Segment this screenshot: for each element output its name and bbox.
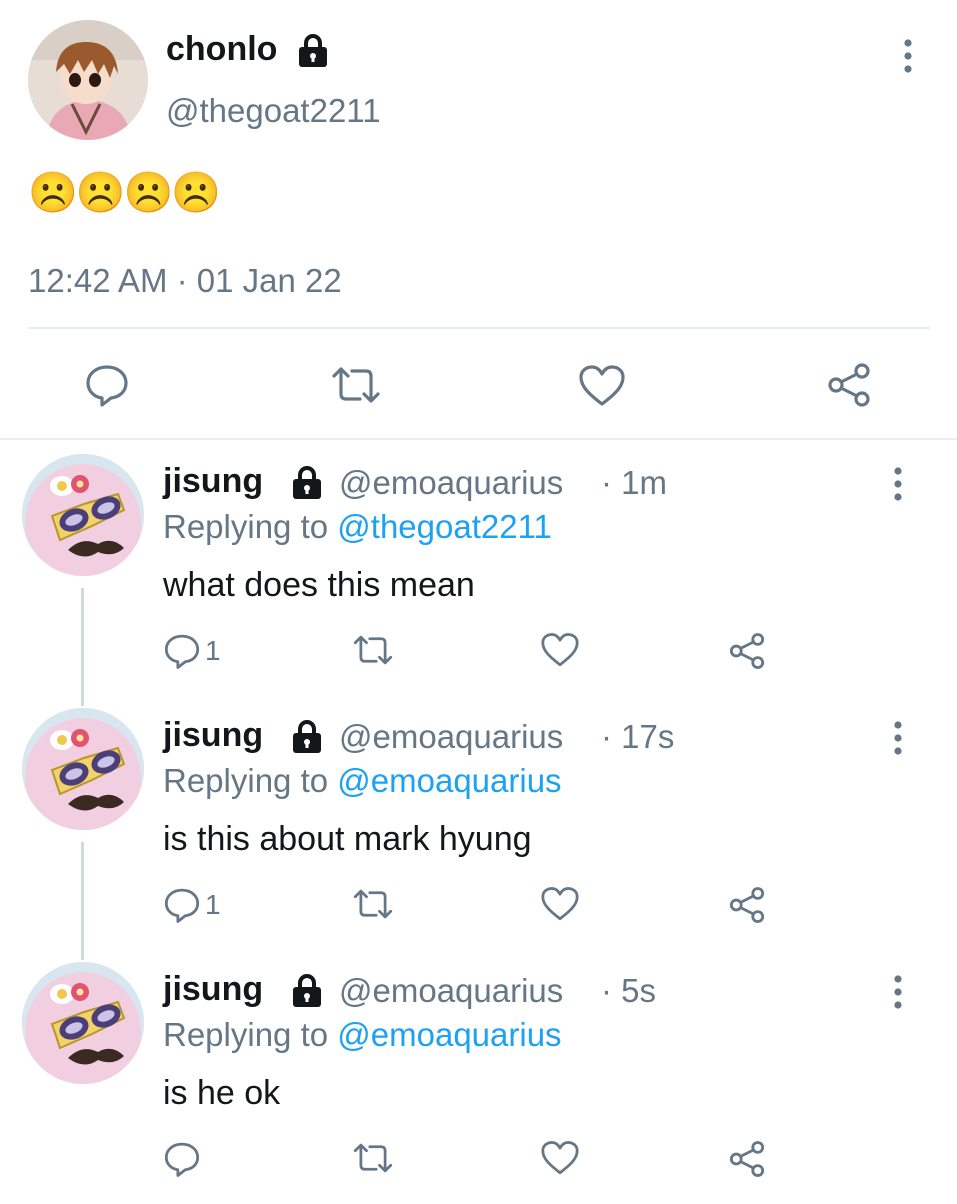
share-icon[interactable] bbox=[728, 632, 766, 670]
more-vertical-icon[interactable] bbox=[888, 974, 908, 1010]
reply-tweet[interactable]: jisung @emoaquarius · 17s Replying to @e… bbox=[0, 696, 957, 950]
lock-icon bbox=[290, 466, 324, 500]
more-vertical-icon[interactable] bbox=[888, 720, 908, 756]
lock-icon bbox=[296, 34, 330, 68]
reply-display-name[interactable]: jisung bbox=[163, 716, 263, 755]
main-avatar[interactable] bbox=[28, 20, 148, 140]
lock-icon bbox=[290, 720, 324, 754]
replying-to-label: Replying to bbox=[163, 1016, 329, 1053]
reply-tweet[interactable]: jisung @emoaquarius · 1m Replying to @th… bbox=[0, 442, 957, 696]
reply-handle[interactable]: @emoaquarius bbox=[339, 718, 563, 756]
reply-button[interactable]: 1 bbox=[163, 632, 221, 670]
reply-avatar[interactable] bbox=[22, 708, 144, 830]
reply-count: 1 bbox=[205, 889, 221, 920]
more-vertical-icon[interactable] bbox=[898, 38, 918, 74]
reply-action-bar: 1 bbox=[0, 632, 957, 676]
reply-display-name[interactable]: jisung bbox=[163, 462, 263, 501]
heart-icon[interactable] bbox=[540, 886, 580, 922]
heart-icon[interactable] bbox=[578, 364, 626, 408]
main-handle[interactable]: @thegoat2211 bbox=[166, 92, 381, 130]
heart-icon[interactable] bbox=[540, 1140, 580, 1176]
share-icon[interactable] bbox=[826, 362, 872, 408]
reply-action-bar: 1 bbox=[0, 886, 957, 930]
section-divider bbox=[0, 438, 957, 440]
reply-action-bar bbox=[0, 1140, 957, 1184]
lock-icon bbox=[290, 974, 324, 1008]
reply-text: is this about mark hyung bbox=[163, 820, 532, 858]
share-icon[interactable] bbox=[728, 1140, 766, 1178]
reply-avatar[interactable] bbox=[22, 962, 144, 1084]
reply-icon[interactable] bbox=[163, 1140, 201, 1178]
reply-button[interactable]: 1 bbox=[163, 886, 221, 924]
reply-timestamp: · 1m bbox=[601, 464, 667, 501]
reply-timestamp: · 5s bbox=[601, 972, 657, 1009]
main-timestamp: 12:42 AM · 01 Jan 22 bbox=[28, 262, 342, 299]
replying-to-mention[interactable]: @emoaquarius bbox=[337, 1016, 561, 1053]
reply-button[interactable] bbox=[163, 1140, 205, 1178]
reply-icon[interactable] bbox=[163, 886, 201, 924]
reply-icon[interactable] bbox=[163, 632, 201, 670]
replying-to-mention[interactable]: @thegoat2211 bbox=[337, 508, 552, 545]
share-icon[interactable] bbox=[728, 886, 766, 924]
main-tweet-text: ☹️☹️☹️☹️ bbox=[28, 171, 221, 215]
reply-text: what does this mean bbox=[163, 566, 475, 604]
reply-handle[interactable]: @emoaquarius bbox=[339, 972, 563, 1010]
replying-to-mention[interactable]: @emoaquarius bbox=[337, 762, 561, 799]
reply-timestamp: · 17s bbox=[601, 718, 675, 755]
reply-avatar[interactable] bbox=[22, 454, 144, 576]
reply-icon[interactable] bbox=[84, 362, 130, 408]
replying-to: Replying to @emoaquarius bbox=[163, 1016, 562, 1054]
reply-tweet[interactable]: jisung @emoaquarius · 5s Replying to @em… bbox=[0, 950, 957, 1204]
reply-handle[interactable]: @emoaquarius bbox=[339, 464, 563, 502]
reply-text: is he ok bbox=[163, 1074, 281, 1112]
retweet-icon[interactable] bbox=[330, 364, 382, 406]
replying-to: Replying to @thegoat2211 bbox=[163, 508, 552, 546]
heart-icon[interactable] bbox=[540, 632, 580, 668]
divider bbox=[28, 327, 930, 329]
more-vertical-icon[interactable] bbox=[888, 466, 908, 502]
retweet-icon[interactable] bbox=[352, 886, 394, 922]
replying-to-label: Replying to bbox=[163, 508, 329, 545]
retweet-icon[interactable] bbox=[352, 632, 394, 668]
replying-to-label: Replying to bbox=[163, 762, 329, 799]
main-display-name[interactable]: chonlo bbox=[166, 30, 277, 69]
replying-to: Replying to @emoaquarius bbox=[163, 762, 562, 800]
reply-display-name[interactable]: jisung bbox=[163, 970, 263, 1009]
retweet-icon[interactable] bbox=[352, 1140, 394, 1176]
reply-count: 1 bbox=[205, 635, 221, 666]
